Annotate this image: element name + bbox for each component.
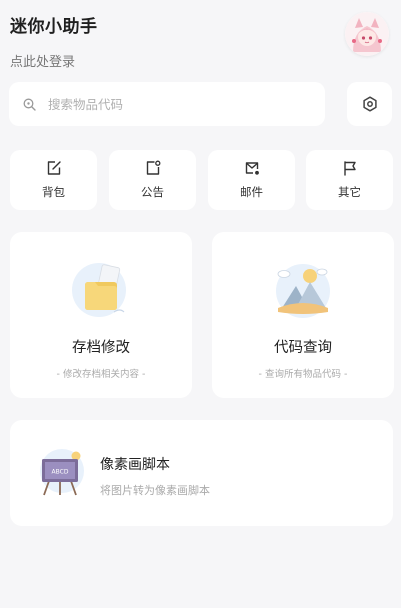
easel-illustration: ABCD xyxy=(40,449,84,496)
quick-action-label: 背包 xyxy=(42,185,65,199)
quick-action-label: 其它 xyxy=(338,185,361,199)
quick-action-other[interactable]: 其它 xyxy=(306,150,393,210)
pixel-art-script-card[interactable]: ABCD 像素画脚本 将图片转为像素画脚本 xyxy=(10,420,393,526)
quick-action-label: 邮件 xyxy=(240,185,263,199)
anime-avatar-icon xyxy=(345,12,389,56)
card-subtitle: - 修改存档相关内容 - xyxy=(56,369,146,380)
card-title: 存档修改 xyxy=(72,340,130,356)
edit-square-icon xyxy=(47,161,61,175)
hexagon-settings-icon xyxy=(362,96,377,112)
search-bar[interactable] xyxy=(9,82,325,126)
app-title: 迷你小助手 xyxy=(10,17,98,37)
mountain-illustration xyxy=(276,264,330,318)
card-title: 代码查询 xyxy=(274,340,332,356)
card-subtitle: 将图片转为像素画脚本 xyxy=(100,484,210,497)
flag-icon xyxy=(343,161,356,176)
notice-square-icon xyxy=(146,160,160,175)
mail-icon xyxy=(245,162,259,175)
card-title: 像素画脚本 xyxy=(100,457,170,473)
quick-action-notice[interactable]: 公告 xyxy=(109,150,196,210)
settings-button[interactable] xyxy=(347,82,392,126)
login-link[interactable]: 点此处登录 xyxy=(10,51,98,70)
search-input[interactable] xyxy=(46,95,290,113)
quick-action-backpack[interactable]: 背包 xyxy=(10,150,97,210)
quick-action-mail[interactable]: 邮件 xyxy=(208,150,295,210)
header: 迷你小助手 点此处登录 xyxy=(10,12,98,70)
save-edit-card[interactable]: 存档修改 - 修改存档相关内容 - xyxy=(10,232,192,398)
card-subtitle: - 查询所有物品代码 - xyxy=(258,369,348,380)
avatar[interactable] xyxy=(345,12,389,56)
code-query-card[interactable]: 代码查询 - 查询所有物品代码 - xyxy=(212,232,394,398)
quick-action-label: 公告 xyxy=(141,185,164,199)
search-icon xyxy=(23,98,36,111)
easel-text: ABCD xyxy=(52,469,69,476)
folder-illustration xyxy=(72,263,126,317)
